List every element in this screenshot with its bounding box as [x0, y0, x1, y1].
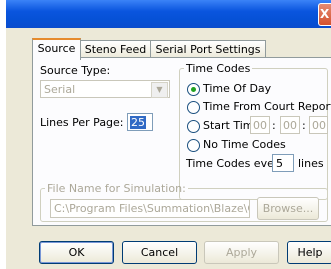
dialog-window: X Source Steno Feed Serial Port Settings…	[6, 0, 331, 269]
radio-time-from-court-reporter[interactable]	[187, 101, 200, 114]
start-time-hours-input[interactable]: 00	[250, 116, 270, 134]
radio-time-of-day[interactable]	[187, 83, 200, 96]
close-button[interactable]: X	[318, 3, 331, 26]
start-time-separator: :	[272, 119, 276, 132]
no-time-codes-label: No Time Codes	[203, 138, 286, 151]
time-codes-every-unit: lines	[298, 157, 324, 170]
simulation-file-path-value: C:\Program Files\Summation\Blaze\CASEVI	[54, 202, 249, 215]
tab-source[interactable]: Source	[32, 38, 81, 60]
help-button[interactable]: Help	[287, 241, 331, 264]
title-bar: X	[6, 0, 331, 28]
radio-no-time-codes[interactable]	[187, 139, 200, 152]
time-codes-group-label: Time Codes	[186, 62, 251, 75]
tab-serial-port-settings[interactable]: Serial Port Settings	[150, 40, 266, 58]
ok-button[interactable]: OK	[39, 241, 114, 264]
time-codes-every-value: 5	[276, 157, 283, 170]
start-time-separator: :	[302, 119, 306, 132]
chevron-down-icon[interactable]: ▼	[151, 82, 168, 98]
start-time-minutes-input[interactable]: 00	[280, 116, 300, 134]
lines-per-page-input[interactable]: 25	[127, 113, 153, 131]
radio-start-time[interactable]	[187, 120, 200, 133]
source-type-label: Source Type:	[40, 64, 111, 77]
source-type-value: Serial	[44, 83, 76, 96]
apply-button[interactable]: Apply	[204, 241, 279, 264]
simulation-file-group-label: File Name for Simulation:	[47, 182, 186, 195]
tab-steno-feed[interactable]: Steno Feed	[79, 40, 152, 58]
simulation-file-path-input[interactable]: C:\Program Files\Summation\Blaze\CASEVI	[50, 199, 250, 218]
browse-button[interactable]: Browse...	[257, 197, 319, 220]
time-from-court-reporter-label: Time From Court Reporter	[203, 100, 331, 113]
start-time-seconds-input[interactable]: 00	[309, 116, 328, 134]
time-codes-every-input[interactable]: 5	[272, 154, 294, 172]
lines-per-page-value: 25	[130, 116, 146, 129]
cancel-button[interactable]: Cancel	[122, 241, 197, 264]
lines-per-page-label: Lines Per Page:	[40, 116, 124, 129]
source-type-select[interactable]: Serial ▼	[40, 80, 170, 98]
time-of-day-label: Time Of Day	[203, 82, 272, 95]
